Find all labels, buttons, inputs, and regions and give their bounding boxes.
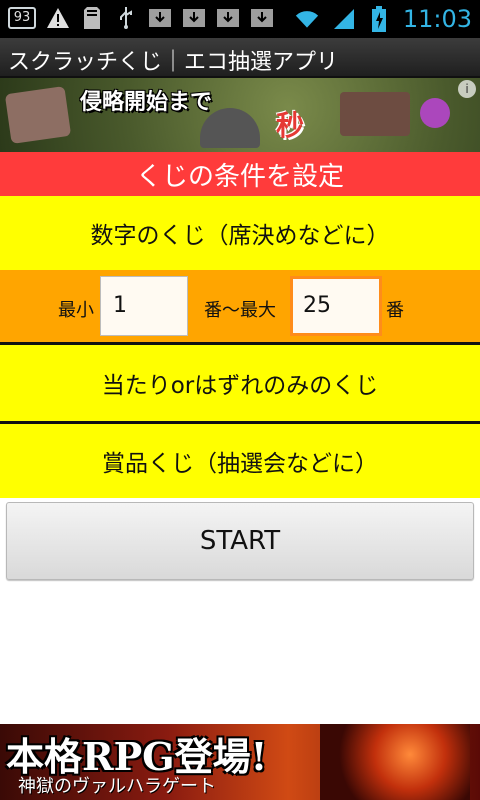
- option-win-lose-label: 当たりorはずれのみのくじ: [101, 373, 379, 399]
- start-button[interactable]: START: [6, 502, 474, 580]
- ad-info-icon[interactable]: i: [458, 80, 476, 98]
- download-icon: [182, 6, 206, 30]
- usb-icon: [114, 6, 138, 30]
- download-icon: [148, 6, 172, 30]
- option-numeric-label: 数字のくじ（席決めなどに）: [90, 223, 390, 249]
- wifi-icon: [295, 7, 319, 31]
- ad-image: [4, 86, 72, 144]
- unit-label: 番: [386, 300, 404, 321]
- app-title-bar: スクラッチくじ｜エコ抽選アプリ: [0, 38, 480, 78]
- signal-icon: [331, 7, 355, 31]
- battery-icon: [367, 6, 391, 32]
- number-range-row: 最小 1 番～最大 25 番: [0, 270, 480, 342]
- option-prize-lottery[interactable]: 賞品くじ（抽選会などに）: [0, 424, 480, 498]
- option-win-lose-lottery[interactable]: 当たりorはずれのみのくじ: [0, 345, 480, 421]
- notification-count-icon: 93: [8, 7, 36, 29]
- download-icon: [216, 6, 240, 30]
- max-number-input[interactable]: 25: [290, 276, 382, 336]
- start-button-label: START: [199, 526, 281, 556]
- min-number-input[interactable]: 1: [100, 276, 188, 336]
- status-bar: 93 11:03: [0, 0, 480, 38]
- max-label: 番～最大: [204, 300, 276, 321]
- ad-image: [340, 92, 410, 136]
- sd-card-icon: [80, 6, 104, 30]
- warning-icon: [46, 6, 70, 30]
- option-numeric-lottery[interactable]: 数字のくじ（席決めなどに）: [0, 196, 480, 270]
- download-icon: [250, 6, 274, 30]
- ad-bottom-subline: 神獄のヴァルハラゲート: [18, 776, 216, 797]
- min-label: 最小: [58, 300, 94, 321]
- ad-banner-top[interactable]: 侵略開始まで 秒 i: [0, 78, 480, 152]
- ad-banner-bottom[interactable]: 本格RPG登場! 神獄のヴァルハラゲート: [0, 724, 480, 800]
- app-title: スクラッチくじ｜エコ抽選アプリ: [8, 50, 339, 75]
- ad-image: [320, 724, 470, 800]
- ad-top-seconds: 秒: [276, 109, 305, 142]
- section-header-title: くじの条件を設定: [135, 161, 344, 192]
- ad-top-text: 侵略開始まで: [80, 90, 213, 115]
- ad-image: [420, 98, 450, 128]
- option-prize-label: 賞品くじ（抽選会などに）: [102, 451, 378, 477]
- section-header: くじの条件を設定: [0, 152, 480, 196]
- clock-time: 11:03: [402, 5, 472, 33]
